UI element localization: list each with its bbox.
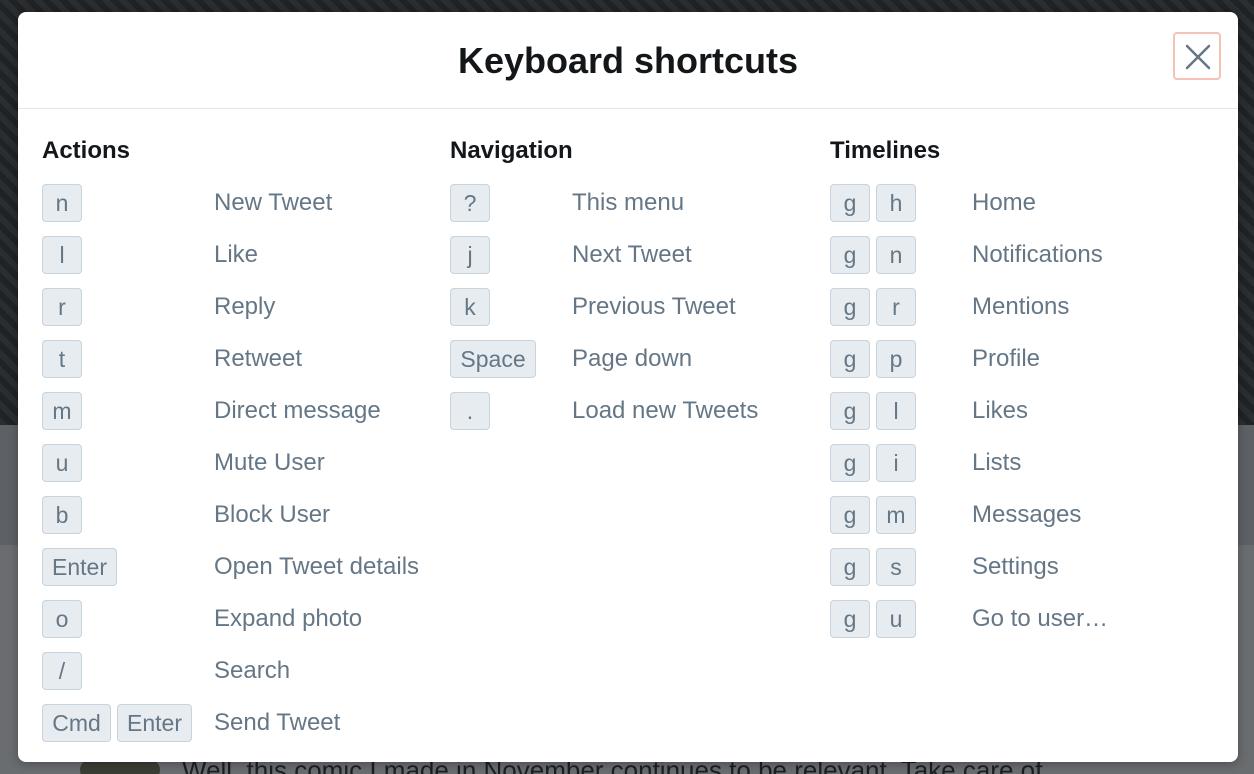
shortcut-key: n: [876, 236, 916, 274]
actions-column: Actions n New Tweet l Like r Reply t Retweet m Di…: [42, 136, 419, 742]
modal-header: Keyboard shortcuts: [18, 12, 1238, 109]
shortcut-description: Mute User: [214, 449, 325, 476]
shortcut-key: Cmd: [42, 704, 111, 742]
shortcut-key: j: [450, 236, 490, 274]
shortcut-key: m: [42, 392, 82, 430]
shortcut-key: u: [42, 444, 82, 482]
shortcut-key: s: [876, 548, 916, 586]
shortcut-description: Send Tweet: [214, 709, 341, 736]
shortcut-description: Notifications: [972, 241, 1103, 268]
shortcut-key: i: [876, 444, 916, 482]
shortcut-key: n: [42, 184, 82, 222]
shortcut-key: k: [450, 288, 490, 326]
shortcut-description: Next Tweet: [572, 241, 692, 268]
navigation-column: Navigation ? This menu j Next Tweet k Previou…: [450, 136, 758, 430]
shortcut-key: m: [876, 496, 916, 534]
shortcut-key: u: [876, 600, 916, 638]
shortcut-description: Home: [972, 189, 1037, 216]
shortcut-key: g: [830, 496, 870, 534]
close-button[interactable]: [1173, 32, 1221, 80]
actions-heading: Actions: [42, 137, 131, 164]
shortcut-description: Search: [214, 657, 291, 684]
timelines-heading: Timelines: [830, 137, 941, 164]
shortcut-description: New Tweet: [214, 189, 333, 216]
shortcut-description: Like: [214, 241, 259, 268]
shortcut-description: Direct message: [214, 397, 381, 424]
shortcut-key: ?: [450, 184, 490, 222]
shortcut-key: .: [450, 392, 490, 430]
shortcut-key: g: [830, 288, 870, 326]
shortcut-description: Likes: [972, 397, 1029, 424]
shortcut-description: Reply: [214, 293, 276, 320]
modal-title: Keyboard shortcuts: [457, 40, 799, 81]
shortcut-key: r: [876, 288, 916, 326]
shortcut-description: Load new Tweets: [572, 397, 759, 424]
shortcut-key: t: [42, 340, 82, 378]
shortcut-key: o: [42, 600, 82, 638]
shortcut-key: g: [830, 600, 870, 638]
shortcut-key: g: [830, 236, 870, 274]
shortcut-key: r: [42, 288, 82, 326]
shortcut-description: Go to user…: [972, 605, 1109, 632]
shortcut-key: Space: [450, 340, 536, 378]
shortcut-description: Lists: [972, 449, 1022, 476]
shortcut-key: h: [876, 184, 916, 222]
shortcut-key: Enter: [117, 704, 192, 742]
navigation-heading: Navigation: [450, 137, 573, 164]
keyboard-shortcuts-modal: Keyboard shortcuts Actions n New Tweet l Li…: [18, 12, 1238, 762]
shortcut-description: Retweet: [214, 345, 303, 372]
shortcut-key: l: [876, 392, 916, 430]
shortcut-description: Open Tweet details: [214, 553, 420, 580]
shortcut-key: /: [42, 652, 82, 690]
shortcut-key: g: [830, 444, 870, 482]
shortcut-description: This menu: [572, 189, 685, 216]
shortcut-key: g: [830, 184, 870, 222]
shortcut-key: Enter: [42, 548, 117, 586]
shortcut-description: Block User: [214, 501, 331, 528]
shortcut-key: g: [830, 392, 870, 430]
shortcut-description: Page down: [572, 345, 693, 372]
shortcut-description: Mentions: [972, 293, 1070, 320]
shortcut-key: g: [830, 340, 870, 378]
shortcut-description: Previous Tweet: [572, 293, 736, 320]
timelines-column: Timelines g h Home g n Notifications g r Mention…: [830, 136, 1108, 638]
shortcut-key: p: [876, 340, 916, 378]
shortcut-key: b: [42, 496, 82, 534]
shortcut-key: l: [42, 236, 82, 274]
close-icon: [1185, 44, 1211, 70]
shortcut-key: g: [830, 548, 870, 586]
shortcut-description: Profile: [972, 345, 1041, 372]
shortcut-description: Expand photo: [214, 605, 363, 632]
shortcut-description: Settings: [972, 553, 1059, 580]
shortcut-description: Messages: [972, 501, 1082, 528]
